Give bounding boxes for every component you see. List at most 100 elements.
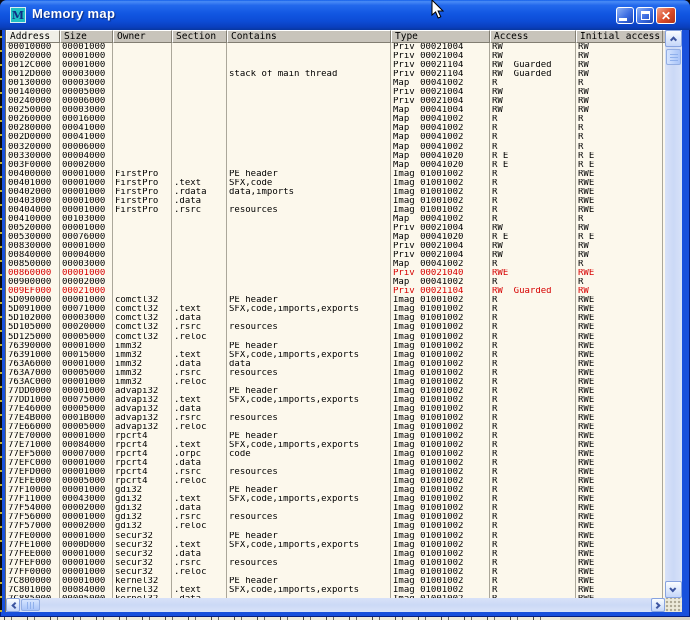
memory-row[interactable]: 0053000000076000Map 00041020R ER E <box>6 233 665 242</box>
title-bar[interactable]: M Memory map ✕ <box>0 0 690 30</box>
cell-type: Map 00041020 <box>391 233 490 242</box>
column-header-address[interactable]: Address <box>6 30 60 43</box>
memory-row[interactable]: 0012C00000001000Priv 00021104RW GuardedR… <box>6 61 665 70</box>
cell-access: RWE <box>490 269 576 278</box>
memory-row[interactable]: 0032000000006000Map 00041002RR <box>6 143 665 152</box>
cell-initial_access: RWE <box>576 522 663 531</box>
memory-row[interactable]: 5D10200000003000comctl32.dataImag 010010… <box>6 314 665 323</box>
memory-row[interactable]: 77E7100000084000rpcrt4.textSFX,code,impo… <box>6 441 665 450</box>
memory-row[interactable]: 77FE10000000D000secur32.textSFX,code,imp… <box>6 541 665 550</box>
memory-row[interactable]: 7639100000015000imm32.textSFX,code,impor… <box>6 351 665 360</box>
memory-row[interactable]: 0086000000001000Priv 00021040RWERWE <box>6 269 665 278</box>
memory-row[interactable]: 0040200000001000FirstPro.rdatadata,impor… <box>6 188 665 197</box>
memory-row[interactable]: 0025000000003000Map 00041004RWRW <box>6 106 665 115</box>
memory-row[interactable]: 77F1000000001000gdi32PE headerImag 01001… <box>6 486 665 495</box>
cell-owner: FirstPro <box>113 197 172 206</box>
memory-row[interactable]: 77E7000000001000rpcrt4PE headerImag 0100… <box>6 432 665 441</box>
memory-row[interactable]: 77EFC00000001000rpcrt4.dataImag 01001002… <box>6 459 665 468</box>
cell-initial_access: RWE <box>576 179 663 188</box>
column-header-size[interactable]: Size <box>60 30 113 43</box>
memory-row[interactable]: 77F1100000043000gdi32.textSFX,code,impor… <box>6 495 665 504</box>
memory-row[interactable]: 0028000000041000Map 00041002RR <box>6 124 665 133</box>
memory-row[interactable]: 0052000000001000Priv 00021004RWRW <box>6 224 665 233</box>
cell-size: 00084000 <box>60 441 113 450</box>
memory-row[interactable]: 77FEF00000001000secur32.rsrcresourcesIma… <box>6 559 665 568</box>
column-header-type[interactable]: Type <box>391 30 490 43</box>
memory-row[interactable]: 0085000000003000Map 00041002RR <box>6 260 665 269</box>
cell-size: 00001000 <box>60 43 113 52</box>
memory-row[interactable]: 0040300000001000FirstPro.dataImag 010010… <box>6 197 665 206</box>
cell-section <box>172 170 227 179</box>
memory-row[interactable]: 77DD000000001000advapi32PE headerImag 01… <box>6 387 665 396</box>
cell-initial_access: RWE <box>576 486 663 495</box>
horizontal-scrollbar[interactable] <box>6 598 665 612</box>
column-header-owner[interactable]: Owner <box>113 30 172 43</box>
memory-row[interactable]: 77F5600000001000gdi32.rsrcresourcesImag … <box>6 513 665 522</box>
memory-row[interactable]: 77E4B0000001B000advapi32.rsrcresourcesIm… <box>6 414 665 423</box>
maximize-button[interactable] <box>636 7 654 24</box>
memory-row[interactable]: 0001000000001000Priv 00021004RWRW <box>6 43 665 52</box>
cell-address: 00900000 <box>6 278 60 287</box>
memory-row[interactable]: 0013000000003000Map 00041002RR <box>6 79 665 88</box>
memory-row[interactable]: 0083000000001000Priv 00021004RWRW <box>6 242 665 251</box>
memory-row[interactable]: 5D12500000005000comctl32.relocImag 01001… <box>6 333 665 342</box>
memory-row[interactable]: 0084000000004000Priv 00021004RWRW <box>6 251 665 260</box>
memory-row[interactable]: 0090000000002000Map 00041002RR <box>6 278 665 287</box>
memory-row[interactable]: 0040400000001000FirstPro.rsrcresourcesIm… <box>6 206 665 215</box>
memory-row[interactable]: 77E6600000005000advapi32.relocImag 01001… <box>6 423 665 432</box>
column-header-section[interactable]: Section <box>172 30 227 43</box>
memory-row[interactable]: 0033000000004000Map 00041020R ER E <box>6 152 665 161</box>
scroll-left-button[interactable] <box>6 598 20 612</box>
memory-row[interactable]: 7639000000001000imm32PE headerImag 01001… <box>6 342 665 351</box>
memory-row[interactable]: 77FF000000001000secur32.relocImag 010010… <box>6 568 665 577</box>
cell-owner: imm32 <box>113 351 172 360</box>
memory-row[interactable]: 009EF00000021000Priv 00021104RW GuardedR… <box>6 287 665 296</box>
cell-section: .reloc <box>172 378 227 387</box>
memory-row[interactable]: 77FE000000001000secur32PE headerImag 010… <box>6 532 665 541</box>
cell-owner: advapi32 <box>113 387 172 396</box>
cell-section <box>172 296 227 305</box>
memory-row[interactable]: 003F000000002000Map 00041020R ER E <box>6 161 665 170</box>
scroll-down-button[interactable] <box>665 581 682 598</box>
column-header-contains[interactable]: Contains <box>227 30 391 43</box>
column-header-access[interactable]: Access <box>490 30 576 43</box>
memory-row[interactable]: 0012D00000003000stack of main threadPriv… <box>6 70 665 79</box>
minimize-button[interactable] <box>616 7 634 24</box>
column-header-initial_access[interactable]: Initial access <box>576 30 663 43</box>
scroll-up-button[interactable] <box>665 30 682 47</box>
memory-row[interactable]: 002D000000041000Map 00041002RR <box>6 133 665 142</box>
scroll-right-button[interactable] <box>651 598 665 612</box>
vertical-scroll-thumb[interactable] <box>666 49 681 65</box>
cell-owner: rpcrt4 <box>113 441 172 450</box>
memory-row[interactable]: 7C80100000084000kernel32.textSFX,code,im… <box>6 586 665 595</box>
vertical-scrollbar[interactable] <box>665 30 682 598</box>
memory-row[interactable]: 0024000000006000Priv 00021004RWRW <box>6 97 665 106</box>
memory-row[interactable]: 7C80000000001000kernel32PE headerImag 01… <box>6 577 665 586</box>
memory-row[interactable]: 5D09000000001000comctl32PE headerImag 01… <box>6 296 665 305</box>
memory-row[interactable]: 77EFD00000001000rpcrt4.rsrcresourcesImag… <box>6 468 665 477</box>
memory-row[interactable]: 0014000000005000Priv 00021004RWRW <box>6 88 665 97</box>
memory-row[interactable]: 763A600000001000imm32.datadataImag 01001… <box>6 360 665 369</box>
memory-row[interactable]: 0041000000103000Map 00041002RR <box>6 215 665 224</box>
memory-row[interactable]: 77F5700000002000gdi32.relocImag 01001002… <box>6 522 665 531</box>
memory-row[interactable]: 0040000000001000FirstProPE headerImag 01… <box>6 170 665 179</box>
memory-row[interactable]: 5D09100000071000comctl32.textSFX,code,im… <box>6 305 665 314</box>
resize-grip[interactable] <box>665 598 682 612</box>
memory-row[interactable]: 0026000000016000Map 00041002RR <box>6 115 665 124</box>
memory-row[interactable]: 77EF500000007000rpcrt4.orpccodeImag 0100… <box>6 450 665 459</box>
memory-row[interactable]: 77FEE00000001000secur32.dataImag 0100100… <box>6 550 665 559</box>
memory-row[interactable]: 77E4600000005000advapi32.dataImag 010010… <box>6 405 665 414</box>
memory-row[interactable]: 77EFE00000005000rpcrt4.relocImag 0100100… <box>6 477 665 486</box>
memory-row[interactable]: 0040100000001000FirstPro.textSFX,codeIma… <box>6 179 665 188</box>
horizontal-scroll-thumb[interactable] <box>21 599 40 611</box>
cell-owner <box>113 224 172 233</box>
memory-row[interactable]: 5D10500000020000comctl32.rsrcresourcesIm… <box>6 323 665 332</box>
close-button[interactable]: ✕ <box>656 7 676 24</box>
memory-row[interactable]: 0002000000001000Priv 00021004RWRW <box>6 52 665 61</box>
cell-owner: FirstPro <box>113 170 172 179</box>
cell-address: 00280000 <box>6 124 60 133</box>
memory-row[interactable]: 763A700000005000imm32.rsrcresourcesImag … <box>6 369 665 378</box>
memory-row[interactable]: 763AC00000001000imm32.relocImag 01001002… <box>6 378 665 387</box>
memory-row[interactable]: 77F5400000002000gdi32.dataImag 01001002R… <box>6 504 665 513</box>
memory-row[interactable]: 77DD100000075000advapi32.textSFX,code,im… <box>6 396 665 405</box>
